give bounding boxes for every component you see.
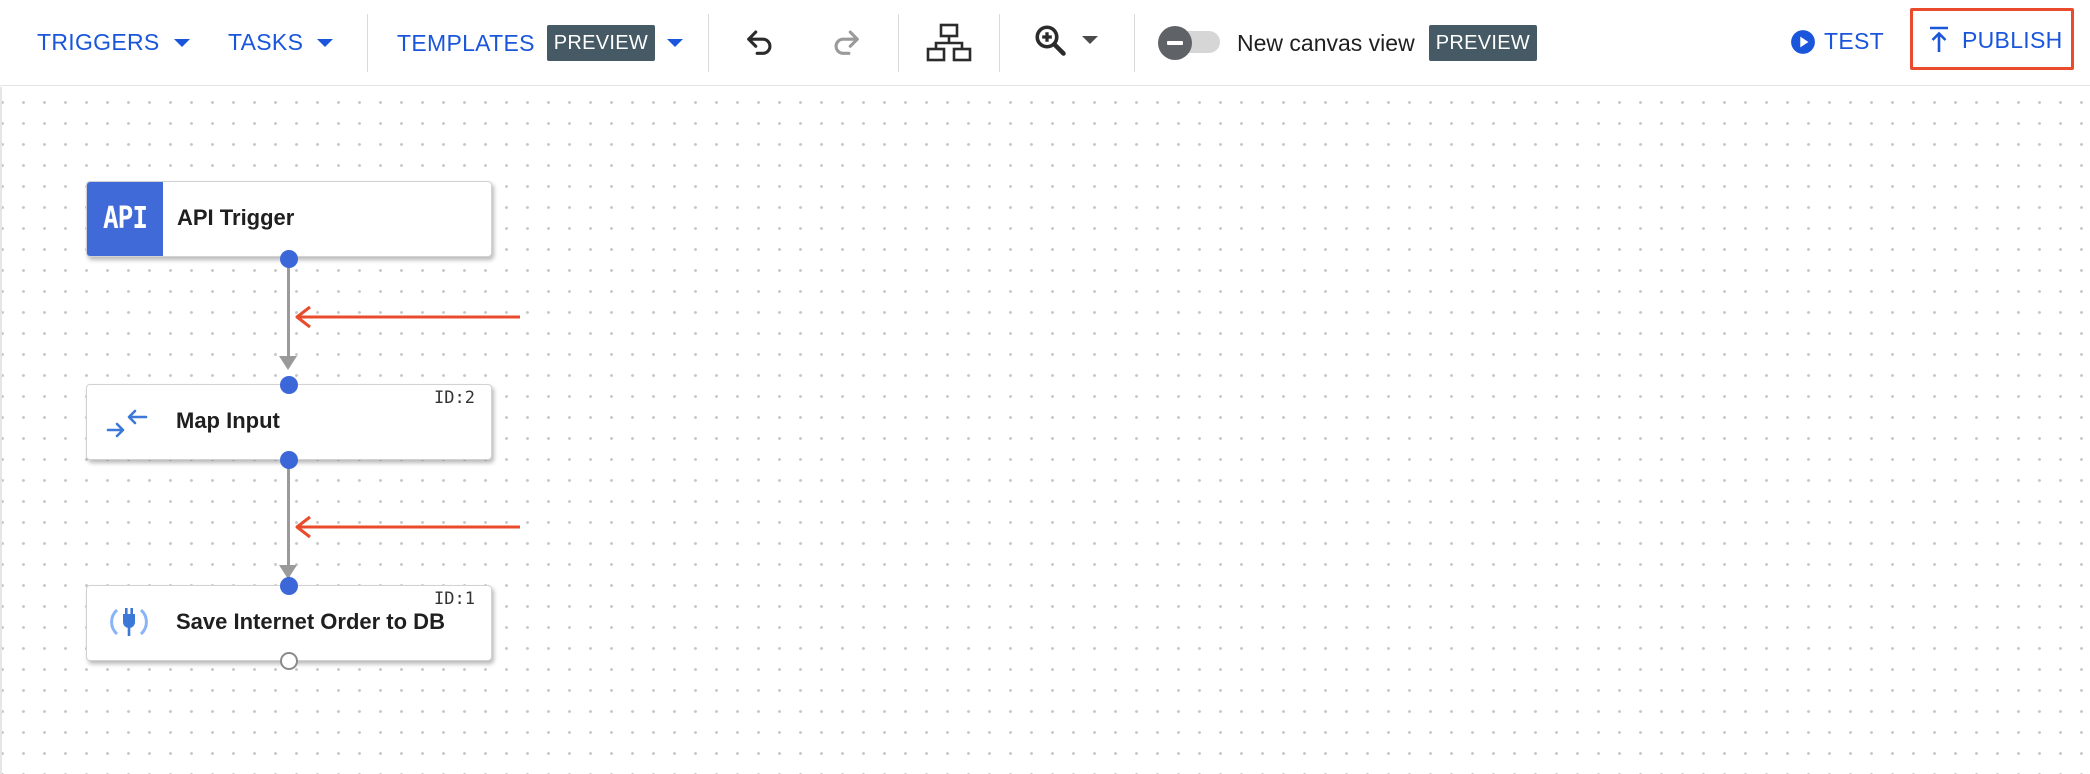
triggers-menu-button[interactable]: TRIGGERS: [37, 29, 190, 56]
templates-preview-badge: PREVIEW: [546, 25, 656, 61]
chevron-down-icon: [667, 39, 684, 47]
minus-icon: [1167, 41, 1183, 45]
node-id: ID:1: [434, 589, 475, 609]
undo-icon: [747, 30, 772, 55]
toolbar-divider: [367, 14, 368, 72]
chevron-down-icon: [173, 38, 190, 47]
api-badge-icon: API: [87, 182, 163, 256]
data-mapping-icon: [106, 409, 148, 438]
api-badge-text: API: [103, 201, 148, 237]
annotation-arrow: [295, 515, 520, 539]
node-map-input[interactable]: Map Input ID:2: [86, 384, 492, 460]
connector-line: [287, 259, 290, 360]
chevron-down-icon: [1082, 36, 1098, 44]
output-port[interactable]: [280, 250, 298, 268]
triggers-label: TRIGGERS: [37, 29, 160, 55]
chevron-down-icon: [317, 38, 334, 47]
test-button[interactable]: TEST: [1790, 28, 1884, 55]
templates-label: TEMPLATES: [397, 29, 535, 56]
toolbar-divider: [898, 14, 899, 72]
connector-line: [287, 461, 290, 582]
node-api-trigger[interactable]: API API Trigger: [86, 181, 492, 257]
new-canvas-preview-badge: PREVIEW: [1428, 25, 1538, 61]
templates-menu-button[interactable]: TEMPLATES PREVIEW: [397, 25, 684, 61]
annotation-arrow: [295, 305, 520, 329]
test-label: TEST: [1824, 28, 1884, 54]
auto-layout-button[interactable]: [924, 20, 974, 66]
toggle-knob: [1158, 26, 1192, 60]
redo-icon: [834, 30, 859, 55]
connector-icon: [110, 608, 148, 636]
canvas-left-border: [0, 87, 2, 774]
publish-label: PUBLISH: [1962, 26, 2063, 53]
input-port[interactable]: [280, 376, 298, 394]
play-circle-icon: [1791, 29, 1815, 54]
top-toolbar: TRIGGERS TASKS TEMPLATES PREVIEW New can…: [0, 0, 2090, 86]
node-label: Map Input: [176, 408, 280, 433]
toolbar-divider: [708, 14, 709, 72]
publish-icon: [1930, 26, 1948, 52]
auto-layout-icon: [926, 23, 972, 62]
toolbar-divider: [999, 14, 1000, 72]
new-canvas-label-group: New canvas view PREVIEW: [1237, 25, 1538, 61]
zoom-menu-button[interactable]: [1032, 22, 1098, 58]
input-port[interactable]: [280, 577, 298, 595]
new-canvas-toggle[interactable]: [1158, 26, 1222, 60]
zoom-in-icon: [1035, 25, 1066, 56]
node-save-order[interactable]: Save Internet Order to DB ID:1: [86, 585, 492, 661]
connector-arrowhead: [279, 356, 297, 370]
node-label: Save Internet Order to DB: [176, 609, 445, 634]
new-canvas-label: New canvas view: [1237, 29, 1415, 56]
publish-button[interactable]: PUBLISH: [1928, 26, 2063, 54]
node-id: ID:2: [434, 388, 475, 408]
undo-button[interactable]: [738, 20, 782, 64]
output-port-empty[interactable]: [280, 652, 298, 670]
tasks-menu-button[interactable]: TASKS: [228, 29, 334, 56]
output-port[interactable]: [280, 451, 298, 469]
redo-button[interactable]: [824, 20, 868, 64]
node-label: API Trigger: [177, 205, 295, 230]
tasks-label: TASKS: [228, 29, 304, 55]
toolbar-divider: [1134, 14, 1135, 72]
